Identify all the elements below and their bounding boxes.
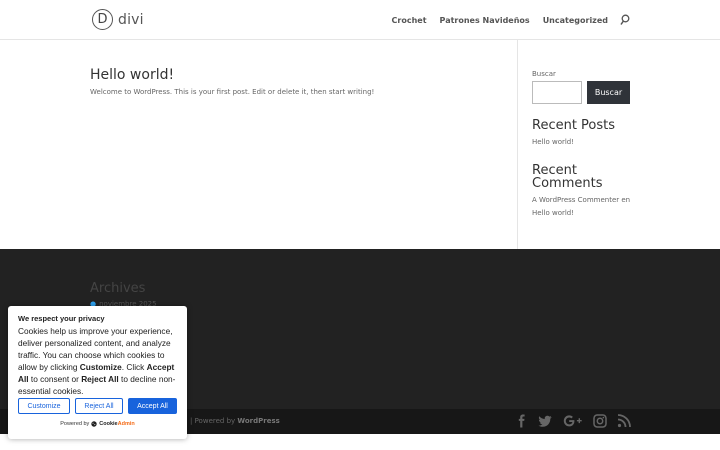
- rss-icon[interactable]: [617, 414, 631, 428]
- main-nav: Crochet Patrones Navideños Uncategorized: [379, 14, 630, 26]
- search-label: Buscar: [532, 70, 556, 78]
- recent-comments-title-line2: Comments: [532, 176, 603, 191]
- sidebar-divider: [517, 40, 518, 249]
- archives-title: Archives: [90, 281, 146, 296]
- cookie-consent-banner: We respect your privacy Cookies help us …: [8, 306, 187, 439]
- cookie-text-customize: Customize: [79, 362, 122, 372]
- cookie-icon: [91, 421, 97, 427]
- cookie-text-part: . Click: [121, 362, 147, 372]
- post-excerpt: Welcome to WordPress. This is your first…: [90, 88, 375, 96]
- nav-item-crochet[interactable]: Crochet: [392, 16, 427, 25]
- facebook-icon[interactable]: [515, 414, 529, 428]
- comment-entry: A WordPress Commenter en: [532, 196, 630, 204]
- credit-separator: | Powered by: [190, 417, 238, 425]
- site-header: D divi Crochet Patrones Navideños Uncate…: [0, 0, 720, 40]
- comment-post-link[interactable]: Hello world!: [532, 209, 574, 217]
- search-input[interactable]: [532, 81, 582, 104]
- search-button[interactable]: Buscar: [587, 81, 630, 104]
- nav-item-uncategorized[interactable]: Uncategorized: [543, 16, 608, 25]
- logo-mark: D: [92, 9, 113, 30]
- cookie-description: Cookies help us improve your experience,…: [18, 325, 182, 397]
- search-icon[interactable]: [620, 14, 630, 26]
- cookie-accept-button[interactable]: Accept All: [128, 398, 177, 414]
- comment-connector: en: [621, 196, 631, 204]
- instagram-icon[interactable]: [593, 414, 607, 428]
- credit-link[interactable]: WordPress: [237, 417, 279, 425]
- brand-part-b: Admin: [117, 421, 135, 427]
- cookie-powered-by: Powered by CookieAdmin: [8, 421, 187, 427]
- site-logo[interactable]: D divi: [92, 9, 144, 30]
- cookie-title: We respect your privacy: [18, 314, 105, 323]
- twitter-icon[interactable]: [538, 414, 552, 428]
- google-plus-icon[interactable]: [563, 414, 583, 428]
- logo-text: divi: [118, 11, 144, 28]
- footer-credit: | Powered by WordPress: [190, 417, 280, 425]
- recent-posts-title: Recent Posts: [532, 118, 616, 133]
- cookie-customize-button[interactable]: Customize: [18, 398, 70, 414]
- powered-by-label: Powered by: [60, 421, 90, 427]
- nav-item-patrones-navidenos[interactable]: Patrones Navideños: [440, 16, 530, 25]
- cookie-reject-button[interactable]: Reject All: [75, 398, 123, 414]
- post-title[interactable]: Hello world!: [90, 67, 174, 83]
- cookie-text-part: to consent or: [28, 374, 82, 384]
- comment-author-link[interactable]: A WordPress Commenter: [532, 196, 619, 204]
- cookie-text-reject: Reject All: [81, 374, 119, 384]
- brand-part-a: Cookie: [99, 421, 118, 427]
- recent-post-link[interactable]: Hello world!: [532, 138, 574, 146]
- cookieadmin-logo[interactable]: CookieAdmin: [99, 421, 134, 427]
